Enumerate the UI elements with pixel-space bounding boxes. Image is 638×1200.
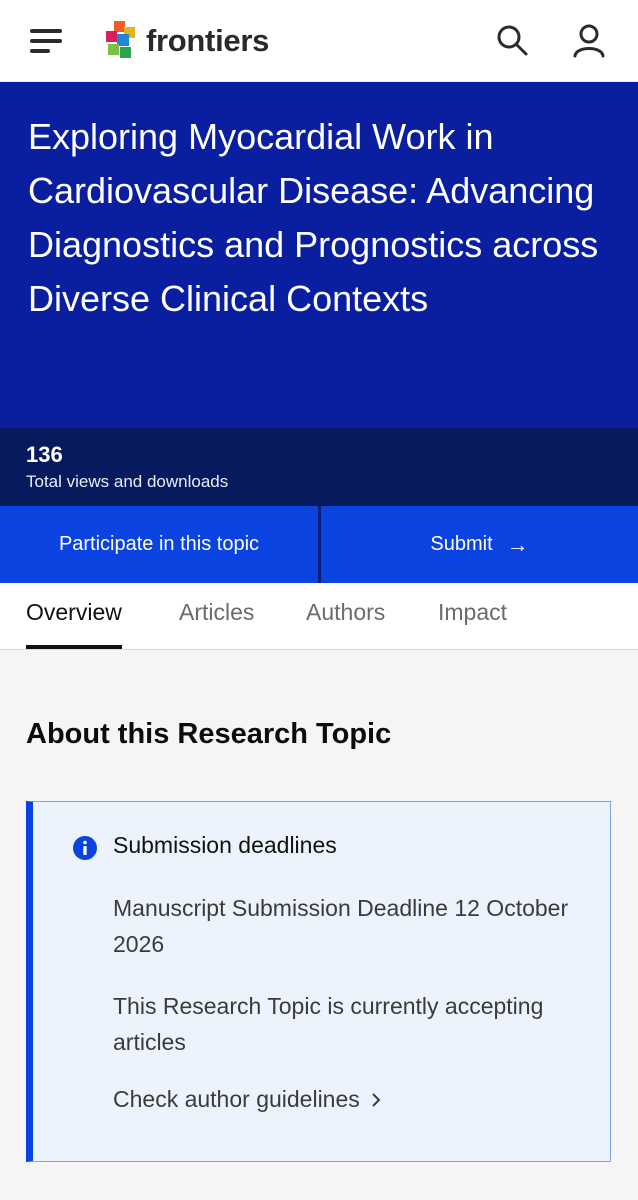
card-heading: Submission deadlines bbox=[113, 832, 337, 858]
author-guidelines-link[interactable]: Check author guidelines bbox=[113, 1086, 382, 1113]
search-icon bbox=[497, 25, 528, 56]
hamburger-menu-icon[interactable] bbox=[30, 26, 64, 56]
cta-row: Participate in this topic Submit → bbox=[0, 506, 638, 583]
tab-overview[interactable]: Overview bbox=[26, 599, 122, 649]
arrow-right-icon: → bbox=[506, 531, 529, 557]
author-guidelines-label: Check author guidelines bbox=[113, 1086, 360, 1112]
frontiers-logo[interactable]: frontiers bbox=[104, 20, 269, 62]
search-button[interactable] bbox=[494, 22, 530, 58]
account-button[interactable] bbox=[570, 22, 608, 60]
views-count: 136 bbox=[26, 442, 63, 467]
status-text: This Research Topic is currently accepti… bbox=[113, 993, 544, 1055]
logo-text: frontiers bbox=[146, 23, 270, 58]
app-header: frontiers bbox=[0, 0, 638, 82]
views-label: Total views and downloads bbox=[26, 472, 229, 491]
submit-button[interactable]: Submit → bbox=[321, 506, 638, 583]
views-stats: 136 Total views and downloads bbox=[0, 428, 638, 506]
deadline-text: Manuscript Submission Deadline 12 Octobe… bbox=[113, 895, 569, 957]
submission-deadlines-card: Submission deadlines Manuscript Submissi… bbox=[26, 801, 611, 1162]
participate-button[interactable]: Participate in this topic bbox=[0, 506, 318, 583]
tab-impact[interactable]: Impact bbox=[438, 599, 507, 649]
chevron-right-icon bbox=[372, 1092, 381, 1107]
topic-title: Exploring Myocardial Work in Cardiovascu… bbox=[28, 116, 599, 319]
topic-tabs: Overview Articles Authors Impact bbox=[0, 583, 638, 650]
section-title: About this Research Topic bbox=[26, 718, 392, 750]
tab-articles[interactable]: Articles bbox=[179, 599, 254, 649]
participate-label: Participate in this topic bbox=[58, 533, 260, 555]
submit-label: Submit bbox=[430, 533, 493, 555]
tab-authors[interactable]: Authors bbox=[306, 599, 385, 649]
user-icon bbox=[573, 24, 605, 58]
info-icon bbox=[73, 836, 97, 860]
topic-hero: Exploring Myocardial Work in Cardiovascu… bbox=[0, 82, 638, 428]
frontiers-logo-icon bbox=[106, 21, 135, 58]
